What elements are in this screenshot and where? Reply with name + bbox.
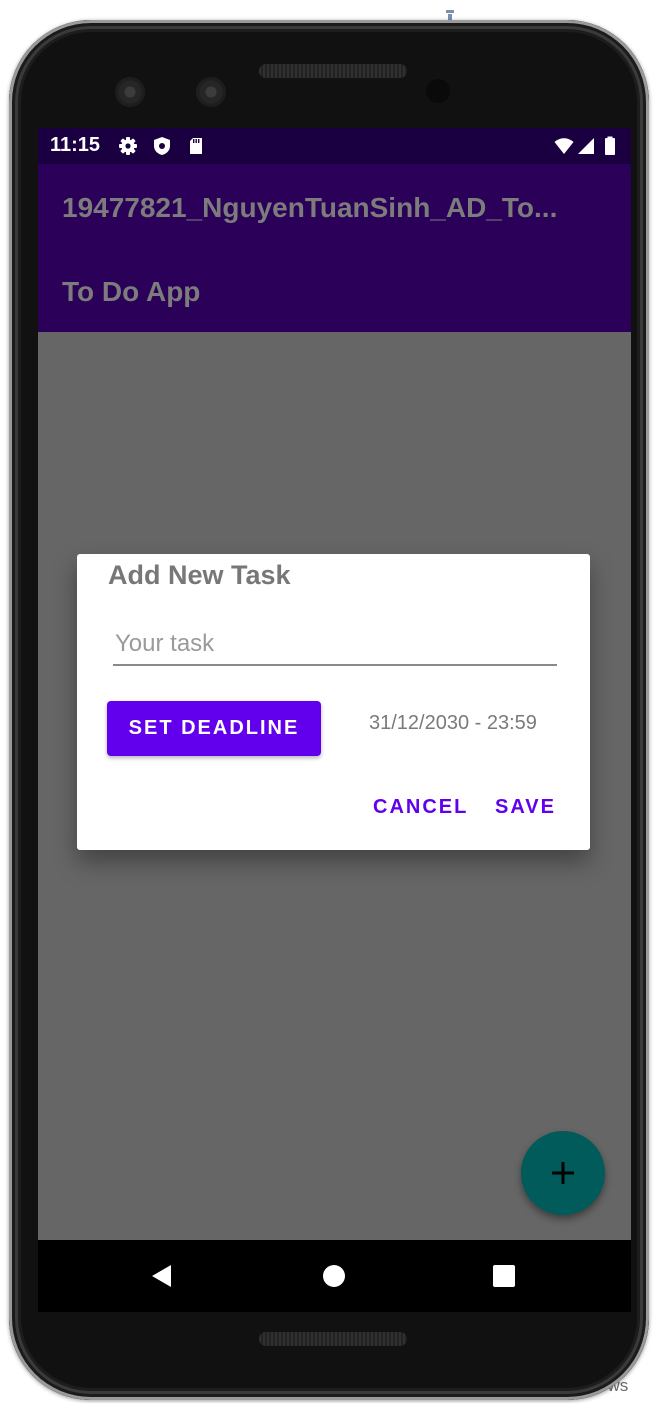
- signal-icon: [578, 138, 594, 154]
- back-icon: [152, 1265, 171, 1287]
- shield-icon: [154, 137, 170, 155]
- nav-recents-button[interactable]: [484, 1256, 524, 1296]
- nav-home-button[interactable]: [314, 1256, 354, 1296]
- recents-icon: [493, 1265, 515, 1287]
- plus-icon: [552, 1162, 574, 1184]
- set-deadline-button[interactable]: SET DEADLINE: [107, 701, 321, 756]
- proximity-sensor: [426, 79, 450, 103]
- status-time: 11:15: [50, 134, 101, 156]
- wifi-icon: [554, 138, 574, 154]
- save-button[interactable]: SAVE: [489, 792, 562, 823]
- gear-icon: [119, 137, 137, 155]
- device-screen: 11:15 19477821_NguyenTuanSinh_AD_To... T…: [38, 128, 631, 1312]
- battery-icon: [605, 136, 615, 155]
- home-icon: [323, 1265, 345, 1287]
- front-camera-icon: [115, 77, 145, 107]
- deadline-value: 31/12/2030 - 23:59: [369, 712, 537, 734]
- sd-card-icon: [190, 138, 202, 154]
- add-task-dialog: Add New Task SET DEADLINE 31/12/2030 - 2…: [77, 554, 590, 850]
- bottom-speaker-grille: [259, 1332, 407, 1346]
- small-marker-icon: [446, 10, 454, 20]
- dialog-title: Add New Task: [108, 560, 291, 590]
- app-title: 19477821_NguyenTuanSinh_AD_To...: [62, 192, 558, 223]
- cancel-button[interactable]: CANCEL: [367, 792, 474, 823]
- nav-back-button[interactable]: [141, 1256, 181, 1296]
- app-subtitle: To Do App: [62, 276, 201, 307]
- status-bar: 11:15: [38, 128, 631, 164]
- top-speaker-grille: [259, 64, 407, 78]
- navigation-bar: [38, 1240, 631, 1312]
- task-input[interactable]: [113, 624, 557, 666]
- front-camera-secondary-icon: [196, 77, 226, 107]
- app-bar: 19477821_NguyenTuanSinh_AD_To... To Do A…: [38, 164, 631, 332]
- add-task-fab[interactable]: [521, 1131, 605, 1215]
